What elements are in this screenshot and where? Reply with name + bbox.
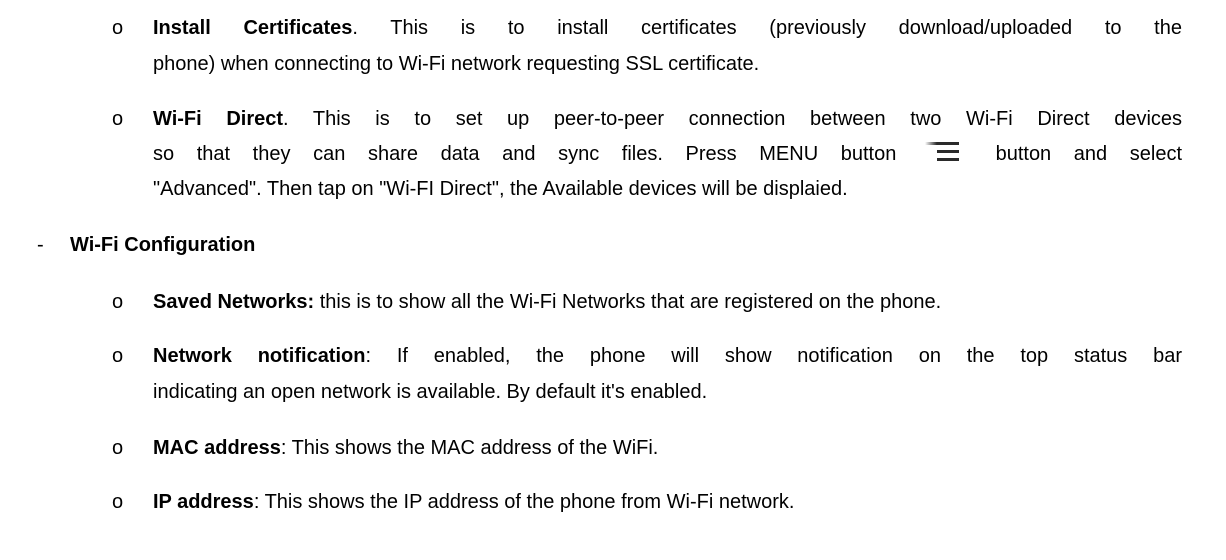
wifi-direct-text-3: "Advanced". Then tap on "Wi-FI Direct", … (153, 178, 848, 200)
mac-address-title: MAC address (153, 437, 281, 459)
wifi-direct-text-2a: so that they can share data and sync fil… (153, 143, 897, 165)
section-dash-marker: - (37, 234, 44, 256)
saved-networks-text: this is to show all the Wi-Fi Networks t… (314, 291, 942, 313)
install-certificates-text-1: . This is to install certificates (previ… (352, 17, 1182, 39)
ip-address-line: IP address: This shows the IP address of… (153, 490, 794, 514)
bullet-marker: o (112, 491, 124, 513)
network-notification-text-2: indicating an open network is available.… (153, 381, 708, 403)
install-certificates-line-2: phone) when connecting to Wi-Fi network … (153, 52, 759, 76)
wifi-direct-text-1: . This is to set up peer-to-peer connect… (283, 108, 1183, 130)
bullet-marker: o (112, 345, 124, 367)
wifi-direct-line-3: "Advanced". Then tap on "Wi-FI Direct", … (153, 177, 848, 201)
bullet-marker: o (112, 437, 124, 459)
saved-networks-title: Saved Networks: (153, 291, 315, 313)
bullet-marker: o (112, 108, 124, 130)
network-notification-text-1: : If enabled, the phone will show notifi… (365, 345, 1182, 367)
install-certificates-line-1: Install Certificates. This is to install… (153, 16, 1182, 40)
document-page: o Install Certificates. This is to insta… (0, 0, 1226, 560)
ip-address-text: : This shows the IP address of the phone… (253, 491, 795, 513)
section-heading: Wi-Fi Configuration (70, 233, 255, 257)
wifi-direct-text-2b: button and select (995, 143, 1183, 165)
network-notification-line-2: indicating an open network is available.… (153, 380, 707, 404)
mac-address-line: MAC address: This shows the MAC address … (153, 436, 658, 460)
ip-address-title: IP address (153, 491, 254, 513)
network-notification-title: Network notification (153, 345, 366, 367)
bullet-marker: o (112, 17, 124, 39)
wifi-direct-title: Wi-Fi Direct (153, 108, 284, 130)
mac-address-text: : This shows the MAC address of the WiFi… (280, 437, 659, 459)
network-notification-line-1: Network notification: If enabled, the ph… (153, 344, 1182, 368)
menu-icon (924, 140, 959, 163)
bullet-marker: o (112, 291, 124, 313)
install-certificates-title: Install Certificates (153, 17, 353, 39)
wifi-direct-line-1: Wi-Fi Direct. This is to set up peer-to-… (153, 107, 1182, 131)
saved-networks-line: Saved Networks: this is to show all the … (153, 290, 941, 314)
wifi-direct-line-2: so that they can share data and sync fil… (153, 140, 1183, 166)
install-certificates-text-2: phone) when connecting to Wi-Fi network … (153, 53, 760, 75)
section-title: Wi-Fi Configuration (70, 234, 256, 256)
